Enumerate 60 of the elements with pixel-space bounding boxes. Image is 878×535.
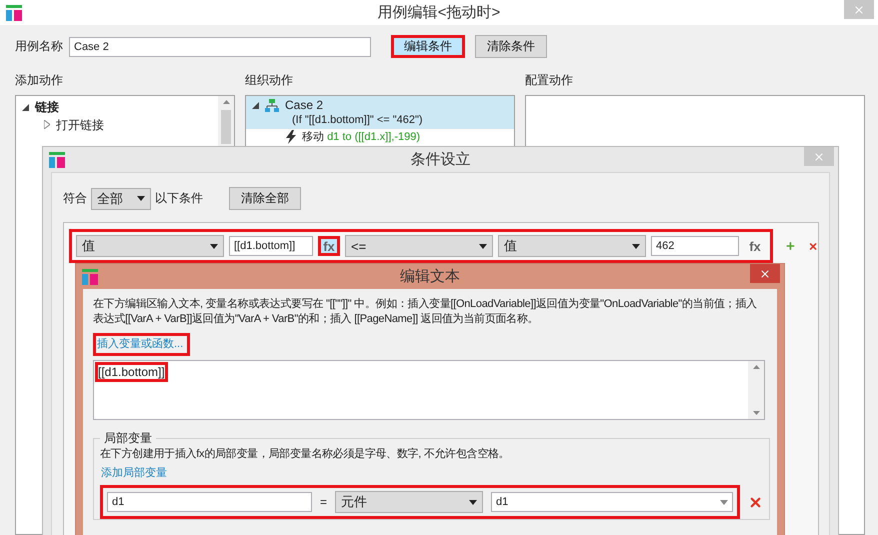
app-logo-icon xyxy=(49,152,65,168)
caret-icon xyxy=(137,196,145,201)
field-label: 以下条件 xyxy=(155,190,203,207)
text-area[interactable]: [[d1.bottom]] xyxy=(93,360,765,420)
close-icon xyxy=(759,268,771,280)
app-logo-icon xyxy=(82,269,98,285)
dialog-title: 编辑文本 xyxy=(399,267,461,286)
button[interactable]: 清除条件 xyxy=(475,35,547,58)
scroll-up-icon[interactable] xyxy=(752,365,760,369)
expanded-arrow-icon[interactable] xyxy=(22,104,29,111)
dropdown[interactable]: 全部 xyxy=(91,188,151,210)
close-button[interactable] xyxy=(750,264,780,283)
fx-button[interactable]: fx xyxy=(318,236,340,256)
app-logo-icon xyxy=(6,5,22,21)
input-field[interactable]: [[d1.bottom]] xyxy=(229,236,313,256)
scroll-up-icon[interactable] xyxy=(222,100,230,104)
lightning-icon xyxy=(286,130,296,144)
flowchart-icon xyxy=(265,98,279,112)
variable-name-field[interactable]: d1 xyxy=(107,492,312,512)
field-label: 用例名称 xyxy=(15,38,63,55)
dialog-title: 条件设立 xyxy=(410,150,472,169)
scroll-down-icon[interactable] xyxy=(752,411,760,415)
caret-icon xyxy=(632,244,640,248)
caret-icon xyxy=(479,244,487,248)
dropdown[interactable]: 值 xyxy=(76,235,224,257)
action-item[interactable]: 移动 d1 to ([[d1.x]],-199) xyxy=(302,129,420,144)
collapsed-arrow-icon[interactable] xyxy=(44,120,50,129)
case-condition: (If "[[d1.bottom]]" <= "462") xyxy=(291,114,423,126)
button[interactable]: 编辑条件 xyxy=(391,35,465,58)
tree-item[interactable]: 链接 xyxy=(35,98,59,116)
case-item[interactable]: Case 2 (If "[[d1.bottom]]" <= "462") xyxy=(246,96,514,129)
close-icon xyxy=(813,150,825,162)
caret-icon xyxy=(469,500,478,504)
local-variables-hint: 在下方创建用于插入fx的局部变量，局部变量名称必须是字母、数字, 不允许包含空格。 xyxy=(100,447,510,462)
field-label: 符合 xyxy=(63,190,87,207)
section-heading: 组织动作 xyxy=(245,73,293,87)
caret-icon xyxy=(210,244,218,248)
window-title: 用例编辑<拖动时> xyxy=(376,3,502,22)
expanded-arrow-icon[interactable] xyxy=(252,102,259,108)
instruction-text: 在下方编辑区输入文本, 变量名称或表达式要写在 "[[""]]" 中。例如：插入变量[[OnLoadVariable]]返回值为变量"OnLoadVariable"的当前值；插入表达式[[VarA + VarB]]返回值为"VarA + VarB"的和；插入 [[PageName]] 返回值为当前页面名称。 xyxy=(93,297,758,327)
section-heading: 添加动作 xyxy=(15,73,63,87)
clear-all-button[interactable]: 清除全部 xyxy=(229,187,301,210)
dropdown[interactable]: <= xyxy=(345,235,493,257)
scrollbar-thumb[interactable] xyxy=(221,110,231,144)
dropdown[interactable]: 值 xyxy=(498,235,646,257)
case-name-field[interactable]: Case 2 xyxy=(69,36,371,56)
section-heading: 配置动作 xyxy=(525,72,573,89)
equals-sign: = xyxy=(320,495,328,509)
add-variable-link[interactable]: 添加局部变量 xyxy=(100,465,171,482)
caret-icon[interactable] xyxy=(720,500,728,504)
close-icon xyxy=(853,4,865,16)
tree-item[interactable]: 打开链接 xyxy=(56,116,104,134)
case-label: Case 2 xyxy=(285,98,324,112)
group-legend: 局部变量 xyxy=(100,430,156,447)
target-field[interactable]: d1 xyxy=(491,492,734,512)
delete-icon[interactable] xyxy=(748,494,764,510)
dropdown[interactable]: 元件 xyxy=(335,491,484,513)
fx-button[interactable]: fx xyxy=(744,236,766,256)
input-field[interactable]: 462 xyxy=(651,236,739,256)
insert-variable-link[interactable]: 插入变量或函数... xyxy=(93,333,190,356)
